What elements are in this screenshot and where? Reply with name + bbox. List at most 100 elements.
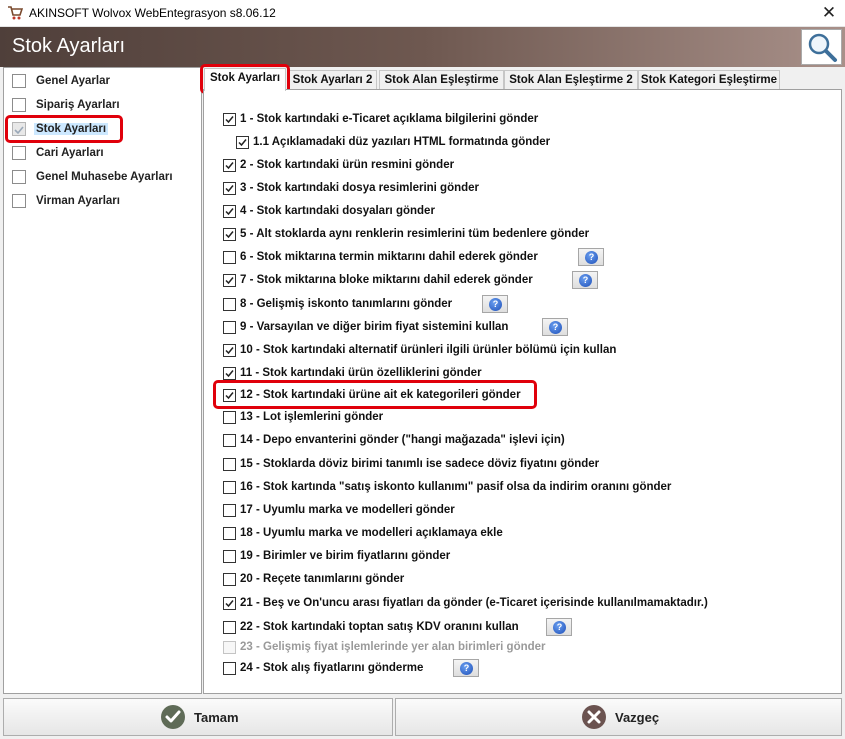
sidebar-item[interactable]: Cari Ayarları <box>8 144 198 164</box>
search-button[interactable] <box>801 29 842 65</box>
sidebar-item-label: Genel Muhasebe Ayarları <box>36 171 173 183</box>
option-label: 19 - Birimler ve birim fiyatlarını gönde… <box>240 550 451 562</box>
sidebar-checkbox[interactable] <box>12 74 26 88</box>
option-checkbox[interactable] <box>223 298 236 311</box>
tab[interactable]: Stok Alan Eşleştirme 2 <box>504 70 638 90</box>
option-label: 11 - Stok kartındaki ürün özelliklerini … <box>240 367 482 379</box>
help-question-icon: ? <box>489 298 502 311</box>
close-icon[interactable]: ✕ <box>817 3 841 23</box>
sidebar-item-label: Virman Ayarları <box>36 195 120 207</box>
option-checkbox[interactable] <box>223 550 236 563</box>
cancel-button[interactable]: Vazgeç <box>395 698 842 736</box>
tab[interactable]: Stok Alan Eşleştirme <box>379 70 504 90</box>
search-icon <box>808 33 837 62</box>
option-label: 21 - Beş ve On'uncu arası fiyatları da g… <box>240 597 708 609</box>
option-checkbox[interactable] <box>223 344 236 357</box>
option-12-highlight <box>213 380 537 409</box>
sidebar-item-label: Cari Ayarları <box>36 147 104 159</box>
sidebar-checkbox[interactable] <box>12 170 26 184</box>
option-checkbox[interactable] <box>223 573 236 586</box>
help-button[interactable]: ? <box>546 618 572 636</box>
option-checkbox[interactable] <box>223 458 236 471</box>
option-label: 15 - Stoklarda döviz birimi tanımlı ise … <box>240 458 600 470</box>
check-icon <box>225 162 234 170</box>
option-label: 18 - Uyumlu marka ve modelleri açıklamay… <box>240 527 503 539</box>
ok-button[interactable]: Tamam <box>3 698 393 736</box>
check-icon <box>225 116 234 124</box>
option-label: 3 - Stok kartındaki dosya resimlerini gö… <box>240 182 480 194</box>
tab[interactable]: Stok Ayarları 2 <box>288 70 377 90</box>
option-label: 8 - Gelişmiş iskonto tanımlarını gönder <box>240 298 453 310</box>
option-checkbox[interactable] <box>223 228 236 241</box>
option-checkbox[interactable] <box>223 481 236 494</box>
settings-sidebar: Genel Ayarlar Sipariş Ayarları Stok Ayarla… <box>3 67 202 694</box>
sidebar-item[interactable]: Sipariş Ayarları <box>8 96 198 116</box>
help-question-icon: ? <box>549 321 562 334</box>
cancel-button-label: Vazgeç <box>615 710 660 725</box>
option-label: 5 - Alt stoklarda aynı renklerin resimle… <box>240 228 590 240</box>
option-label: 6 - Stok miktarına termin miktarını dahi… <box>240 251 538 263</box>
option-checkbox[interactable] <box>223 274 236 287</box>
option-label: 4 - Stok kartındaki dosyaları gönder <box>240 205 435 217</box>
check-icon <box>225 277 234 285</box>
sidebar-item-label: Genel Ayarlar <box>36 75 110 87</box>
option-checkbox[interactable] <box>223 113 236 126</box>
help-button[interactable]: ? <box>482 295 508 313</box>
help-question-icon: ? <box>460 662 473 675</box>
tab[interactable]: Stok Ayarları <box>204 68 286 91</box>
cart-app-icon <box>8 6 23 20</box>
sidebar-item[interactable]: Virman Ayarları <box>8 192 198 212</box>
option-checkbox[interactable] <box>223 504 236 517</box>
help-question-icon: ? <box>579 274 592 287</box>
check-circle-icon <box>161 705 185 729</box>
page-header: Stok Ayarları <box>0 27 845 67</box>
option-label: 22 - Stok kartındaki toptan satış KDV or… <box>240 621 519 633</box>
option-checkbox[interactable] <box>223 662 236 675</box>
sidebar-item[interactable]: Genel Ayarlar <box>8 72 198 92</box>
option-checkbox[interactable] <box>223 527 236 540</box>
option-checkbox[interactable] <box>223 321 236 334</box>
option-checkbox[interactable] <box>223 367 236 380</box>
option-label: 10 - Stok kartındaki alternatif ürünleri… <box>240 344 617 356</box>
help-button[interactable]: ? <box>453 659 479 677</box>
help-question-icon: ? <box>585 251 598 264</box>
tab[interactable]: Stok Kategori Eşleştirme <box>638 70 780 90</box>
sidebar-checkbox[interactable] <box>12 194 26 208</box>
help-button[interactable]: ? <box>578 248 604 266</box>
option-checkbox[interactable] <box>223 251 236 264</box>
option-label: 24 - Stok alış fiyatlarını gönderme <box>240 662 424 674</box>
option-label: 16 - Stok kartında "satış iskonto kullan… <box>240 481 672 493</box>
option-label: 7 - Stok miktarına bloke miktarını dahil… <box>240 274 533 286</box>
sidebar-checkbox[interactable] <box>12 98 26 112</box>
option-label: 1.1 Açıklamadaki düz yazıları HTML forma… <box>253 136 551 148</box>
help-button[interactable]: ? <box>572 271 598 289</box>
check-icon <box>225 185 234 193</box>
option-checkbox[interactable] <box>223 205 236 218</box>
help-button[interactable]: ? <box>542 318 568 336</box>
option-label: 13 - Lot işlemlerini gönder <box>240 411 384 423</box>
cancel-circle-icon <box>582 705 606 729</box>
option-checkbox[interactable] <box>223 159 236 172</box>
option-label: 2 - Stok kartındaki ürün resmini gönder <box>240 159 455 171</box>
check-icon <box>225 600 234 608</box>
check-icon <box>225 347 234 355</box>
option-checkbox <box>223 641 236 654</box>
option-label: 23 - Gelişmiş fiyat işlemlerinde yer ala… <box>240 641 546 653</box>
check-icon <box>238 139 247 147</box>
sidebar-item[interactable]: Genel Muhasebe Ayarları <box>8 168 198 188</box>
ok-button-label: Tamam <box>194 710 239 725</box>
option-checkbox[interactable] <box>223 182 236 195</box>
page-title: Stok Ayarları <box>12 35 126 57</box>
check-icon <box>225 208 234 216</box>
option-checkbox[interactable] <box>236 136 249 149</box>
option-label: 17 - Uyumlu marka ve modelleri gönder <box>240 504 455 516</box>
title-bar: AKINSOFT Wolvox WebEntegrasyon s8.06.12 … <box>0 0 845 27</box>
sidebar-active-highlight <box>5 115 123 143</box>
option-checkbox[interactable] <box>223 434 236 447</box>
sidebar-checkbox[interactable] <box>12 146 26 160</box>
option-checkbox[interactable] <box>223 621 236 634</box>
option-label: 14 - Depo envanterini gönder ("hangi mağ… <box>240 434 565 446</box>
option-checkbox[interactable] <box>223 597 236 610</box>
option-checkbox[interactable] <box>223 411 236 424</box>
option-label: 20 - Reçete tanımlarını gönder <box>240 573 405 585</box>
